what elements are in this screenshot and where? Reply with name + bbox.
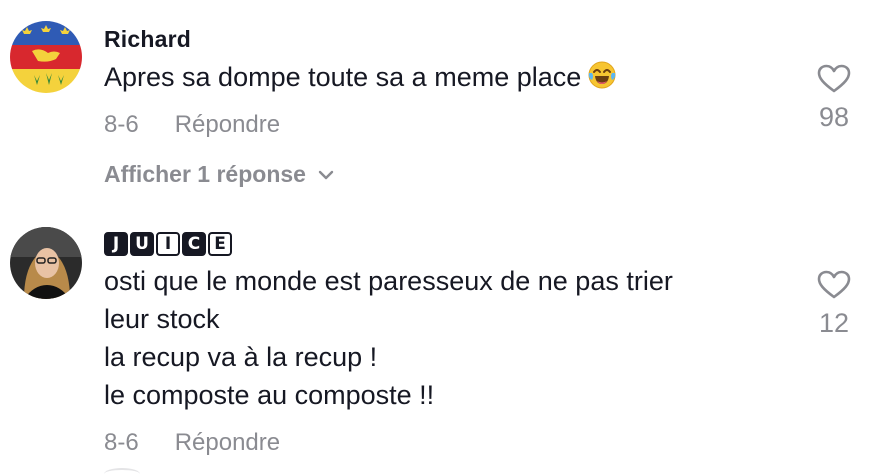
avatar[interactable] — [10, 21, 82, 93]
face-with-tears-of-joy-icon — [587, 60, 617, 90]
show-replies-button[interactable]: Afficher 1 réponse — [104, 161, 334, 188]
username-letter: I — [156, 232, 180, 256]
comment-text: osti que le monde est paresseux de ne pa… — [104, 262, 764, 414]
next-comment-avatar-edge — [104, 468, 140, 474]
flag-avatar-image — [10, 21, 82, 93]
comment-meta: 8-6 Répondre — [104, 111, 280, 139]
comment-meta: 8-6 Répondre — [104, 429, 280, 457]
username[interactable]: Richard — [104, 26, 191, 53]
like-button[interactable]: 12 — [812, 270, 856, 339]
comment-item: J U I C E osti que le monde est paresseu… — [0, 210, 878, 474]
comment-text: Apres sa dompe toute sa a meme place — [104, 58, 617, 96]
comment-text-line: Apres sa dompe toute sa a meme place — [104, 62, 582, 92]
username[interactable]: J U I C E — [104, 232, 232, 256]
username-letter: J — [104, 232, 128, 256]
reply-button[interactable]: Répondre — [175, 429, 280, 457]
comment-text-line: le composte au composte !! — [104, 380, 435, 410]
like-count: 98 — [818, 102, 850, 132]
chevron-down-icon — [318, 170, 334, 179]
comment-text-line: la recup va à la recup ! — [104, 342, 378, 372]
like-count: 12 — [818, 308, 850, 338]
comment-date: 8-6 — [104, 429, 139, 456]
heart-icon — [817, 270, 851, 299]
show-replies-label: Afficher 1 réponse — [104, 161, 306, 187]
comment-text-line: leur stock — [104, 304, 220, 334]
username-letter: E — [208, 232, 232, 256]
comment-text-line: osti que le monde est paresseux de ne pa… — [104, 266, 673, 296]
comment-date: 8-6 — [104, 111, 139, 138]
profile-photo-image — [10, 227, 82, 299]
like-button[interactable]: 98 — [812, 64, 856, 133]
username-letter: U — [130, 232, 154, 256]
avatar[interactable] — [10, 227, 82, 299]
username-letter: C — [182, 232, 206, 256]
reply-button[interactable]: Répondre — [175, 111, 280, 139]
heart-icon — [817, 64, 851, 93]
comment-item: Richard Apres sa dompe toute sa a meme p… — [0, 0, 878, 210]
